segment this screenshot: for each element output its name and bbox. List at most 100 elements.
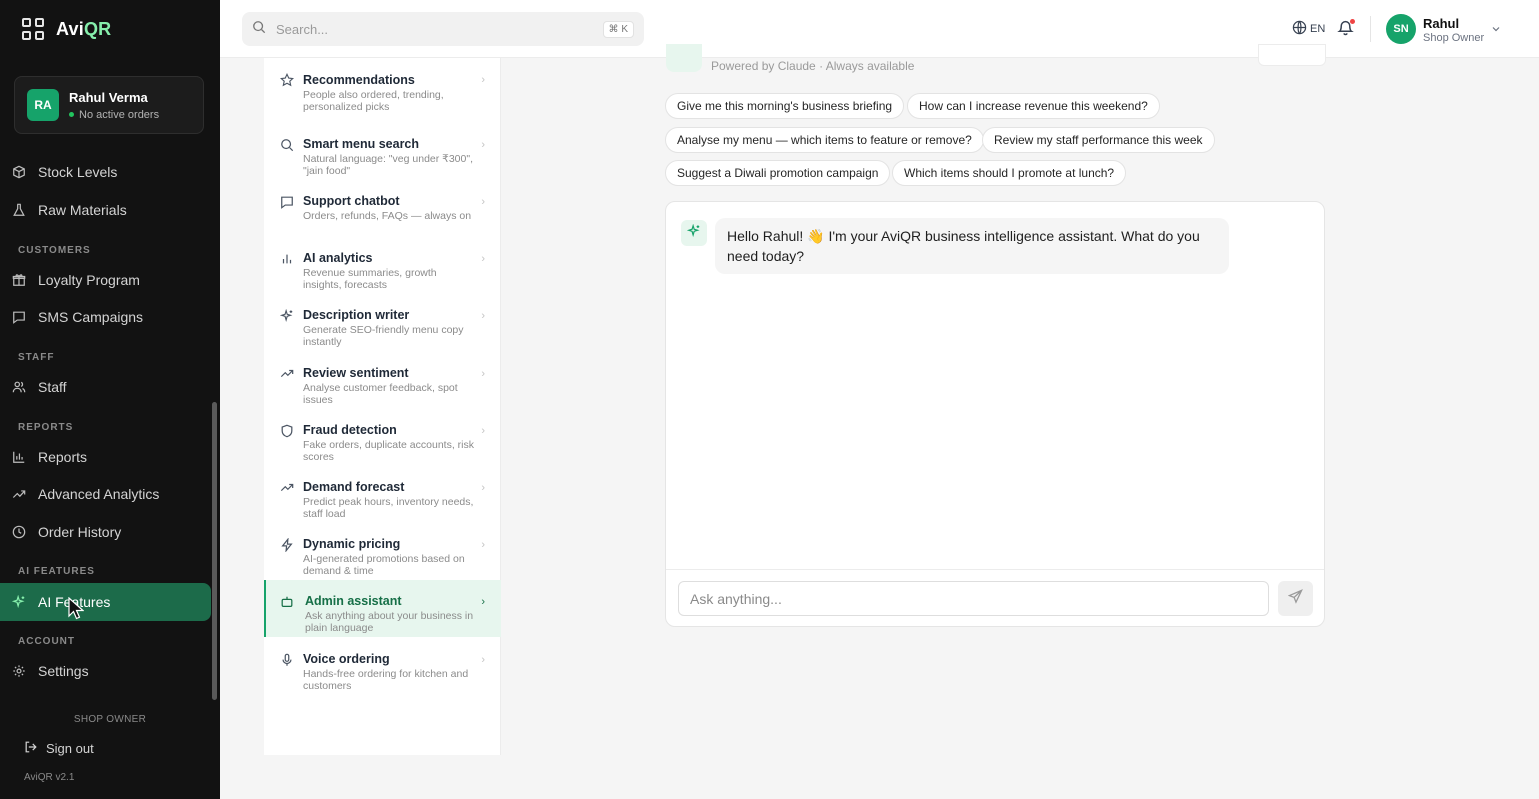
sidebar-item-label: SMS Campaigns — [38, 309, 144, 325]
search-bar[interactable]: ⌘ K — [242, 12, 644, 46]
message-icon — [12, 310, 26, 324]
user-menu[interactable]: Rahul Shop Owner — [1423, 16, 1484, 44]
sign-out-button[interactable]: Sign out — [24, 740, 94, 757]
chat-window: Hello Rahul! 👋 I'm your AviQR business i… — [665, 201, 1325, 627]
chevron-right-icon: › — [481, 596, 485, 608]
assistant-header-icon — [666, 44, 702, 72]
sidebar-item-label: Reports — [38, 449, 88, 465]
section-label-account: ACCOUNT — [18, 636, 75, 647]
sidebar-item-stock-levels[interactable]: Stock Levels — [0, 153, 220, 191]
feature-support-chatbot[interactable]: Support chatbot Orders, refunds, FAQs — … — [264, 180, 501, 237]
header-divider — [1370, 16, 1371, 42]
suggestion-chip[interactable]: Analyse my menu — which items to feature… — [665, 127, 984, 153]
chat-divider — [666, 569, 1324, 570]
notification-badge — [1350, 19, 1355, 24]
feature-smart-menu-search[interactable]: Smart menu search Natural language: "veg… — [264, 123, 501, 180]
feature-description-writer[interactable]: Description writer Generate SEO-friendly… — [264, 294, 501, 351]
app-logo[interactable]: AviQR — [22, 18, 111, 40]
sidebar-item-staff[interactable]: Staff — [0, 368, 220, 406]
section-label-customers: CUSTOMERS — [18, 245, 91, 256]
chevron-right-icon: › — [481, 482, 485, 494]
feature-description: People also ordered, trending, personali… — [303, 89, 444, 113]
qr-logo-icon — [22, 18, 44, 40]
sidebar-scrollbar[interactable] — [212, 402, 217, 700]
feature-recommendations[interactable]: Recommendations People also ordered, tre… — [264, 58, 501, 115]
feature-description: Orders, refunds, FAQs — always on — [303, 210, 472, 222]
sidebar-item-advanced-analytics[interactable]: Advanced Analytics — [0, 475, 220, 513]
trending-up-icon — [280, 367, 294, 381]
bar-chart-icon — [280, 252, 294, 266]
header-user-role: Shop Owner — [1423, 32, 1485, 44]
feature-title: Description writer — [303, 308, 410, 322]
chevron-right-icon: › — [481, 654, 485, 666]
header-user-name: Rahul — [1423, 16, 1460, 31]
send-button[interactable] — [1278, 581, 1313, 616]
suggestion-chip[interactable]: Review my staff performance this week — [982, 127, 1215, 153]
bar-chart-icon — [12, 450, 26, 464]
suggestion-chip[interactable]: How can I increase revenue this weekend? — [907, 93, 1160, 119]
search-icon — [280, 138, 294, 152]
suggestion-chip[interactable]: Suggest a Diwali promotion campaign — [665, 160, 891, 186]
chevron-right-icon: › — [481, 368, 485, 380]
chevron-down-icon[interactable] — [1490, 22, 1502, 40]
feature-title: Demand forecast — [303, 480, 405, 494]
sidebar-item-settings[interactable]: Settings — [0, 652, 220, 690]
feature-title: AI analytics — [303, 251, 373, 265]
chevron-right-icon: › — [481, 539, 485, 551]
feature-demand-forecast[interactable]: Demand forecast Predict peak hours, inve… — [264, 466, 501, 523]
gear-icon — [12, 664, 26, 678]
feature-description: Revenue summaries, growth insights, fore… — [303, 267, 437, 291]
chevron-right-icon: › — [481, 310, 485, 322]
sidebar-item-sms-campaigns[interactable]: SMS Campaigns — [0, 298, 220, 336]
brand-name: AviQR — [56, 18, 112, 39]
feature-title: Dynamic pricing — [303, 537, 401, 551]
search-input[interactable] — [276, 21, 593, 37]
bot-icon — [280, 595, 294, 609]
sidebar-item-ai-features[interactable]: AI Features — [0, 583, 211, 621]
language-switcher[interactable]: EN — [1292, 20, 1325, 38]
feature-title: Fraud detection — [303, 423, 397, 437]
user-name: Rahul Verma — [69, 89, 148, 105]
feature-title: Recommendations — [303, 73, 415, 87]
sidebar-item-raw-materials[interactable]: Raw Materials — [0, 191, 220, 229]
ask-input[interactable] — [678, 581, 1269, 616]
powered-by-label: Powered by Claude · Always available — [711, 59, 915, 73]
app-version: AviQR v2.1 — [24, 772, 75, 783]
mic-icon — [280, 653, 294, 667]
feature-review-sentiment[interactable]: Review sentiment Analyse customer feedba… — [264, 352, 501, 409]
sidebar-item-label: Loyalty Program — [38, 272, 140, 288]
suggestion-chip[interactable]: Which items should I promote at lunch? — [892, 160, 1127, 186]
sign-out-icon — [24, 740, 38, 757]
lightning-icon — [280, 537, 294, 553]
sign-out-label: Sign out — [46, 741, 94, 756]
chevron-right-icon: › — [481, 425, 485, 437]
sparkles-icon — [12, 595, 26, 609]
sidebar-item-label: Order History — [38, 524, 122, 540]
feature-fraud-detection[interactable]: Fraud detection Fake orders, duplicate a… — [264, 409, 501, 466]
sparkles-icon — [279, 308, 294, 323]
feature-description: Analyse customer feedback, spot issues — [303, 382, 458, 406]
trending-up-icon — [280, 481, 294, 495]
sidebar-item-order-history[interactable]: Order History — [0, 513, 220, 551]
search-shortcut: ⌘ K — [602, 20, 634, 38]
user-card[interactable]: RA Rahul Verma No active orders — [14, 76, 204, 134]
notifications-button[interactable] — [1337, 19, 1355, 41]
sidebar-item-loyalty-program[interactable]: Loyalty Program — [0, 261, 220, 299]
suggestion-chip[interactable]: Give me this morning's business briefing — [665, 93, 905, 119]
feature-title: Review sentiment — [303, 366, 409, 380]
avatar[interactable]: SN — [1386, 14, 1416, 44]
sidebar-item-label: Settings — [38, 663, 89, 679]
sidebar-item-reports[interactable]: Reports — [0, 438, 220, 476]
feature-title: Support chatbot — [303, 194, 400, 208]
bell-icon — [1337, 20, 1354, 40]
chevron-right-icon: › — [481, 196, 485, 208]
clear-chat-button[interactable] — [1258, 44, 1326, 66]
feature-description: Natural language: "veg under ₹300", "jai… — [303, 153, 473, 177]
feature-description: Hands-free ordering for kitchen and cust… — [303, 668, 469, 692]
feature-voice-ordering[interactable]: Voice ordering Hands-free ordering for k… — [264, 638, 501, 695]
feature-ai-analytics[interactable]: AI analytics Revenue summaries, growth i… — [264, 237, 501, 294]
feature-dynamic-pricing[interactable]: Dynamic pricing AI-generated promotions … — [264, 523, 501, 580]
feature-admin-assistant[interactable]: Admin assistant Ask anything about your … — [264, 580, 501, 637]
feature-description: Predict peak hours, inventory needs, sta… — [303, 496, 474, 520]
chevron-right-icon: › — [481, 74, 485, 86]
